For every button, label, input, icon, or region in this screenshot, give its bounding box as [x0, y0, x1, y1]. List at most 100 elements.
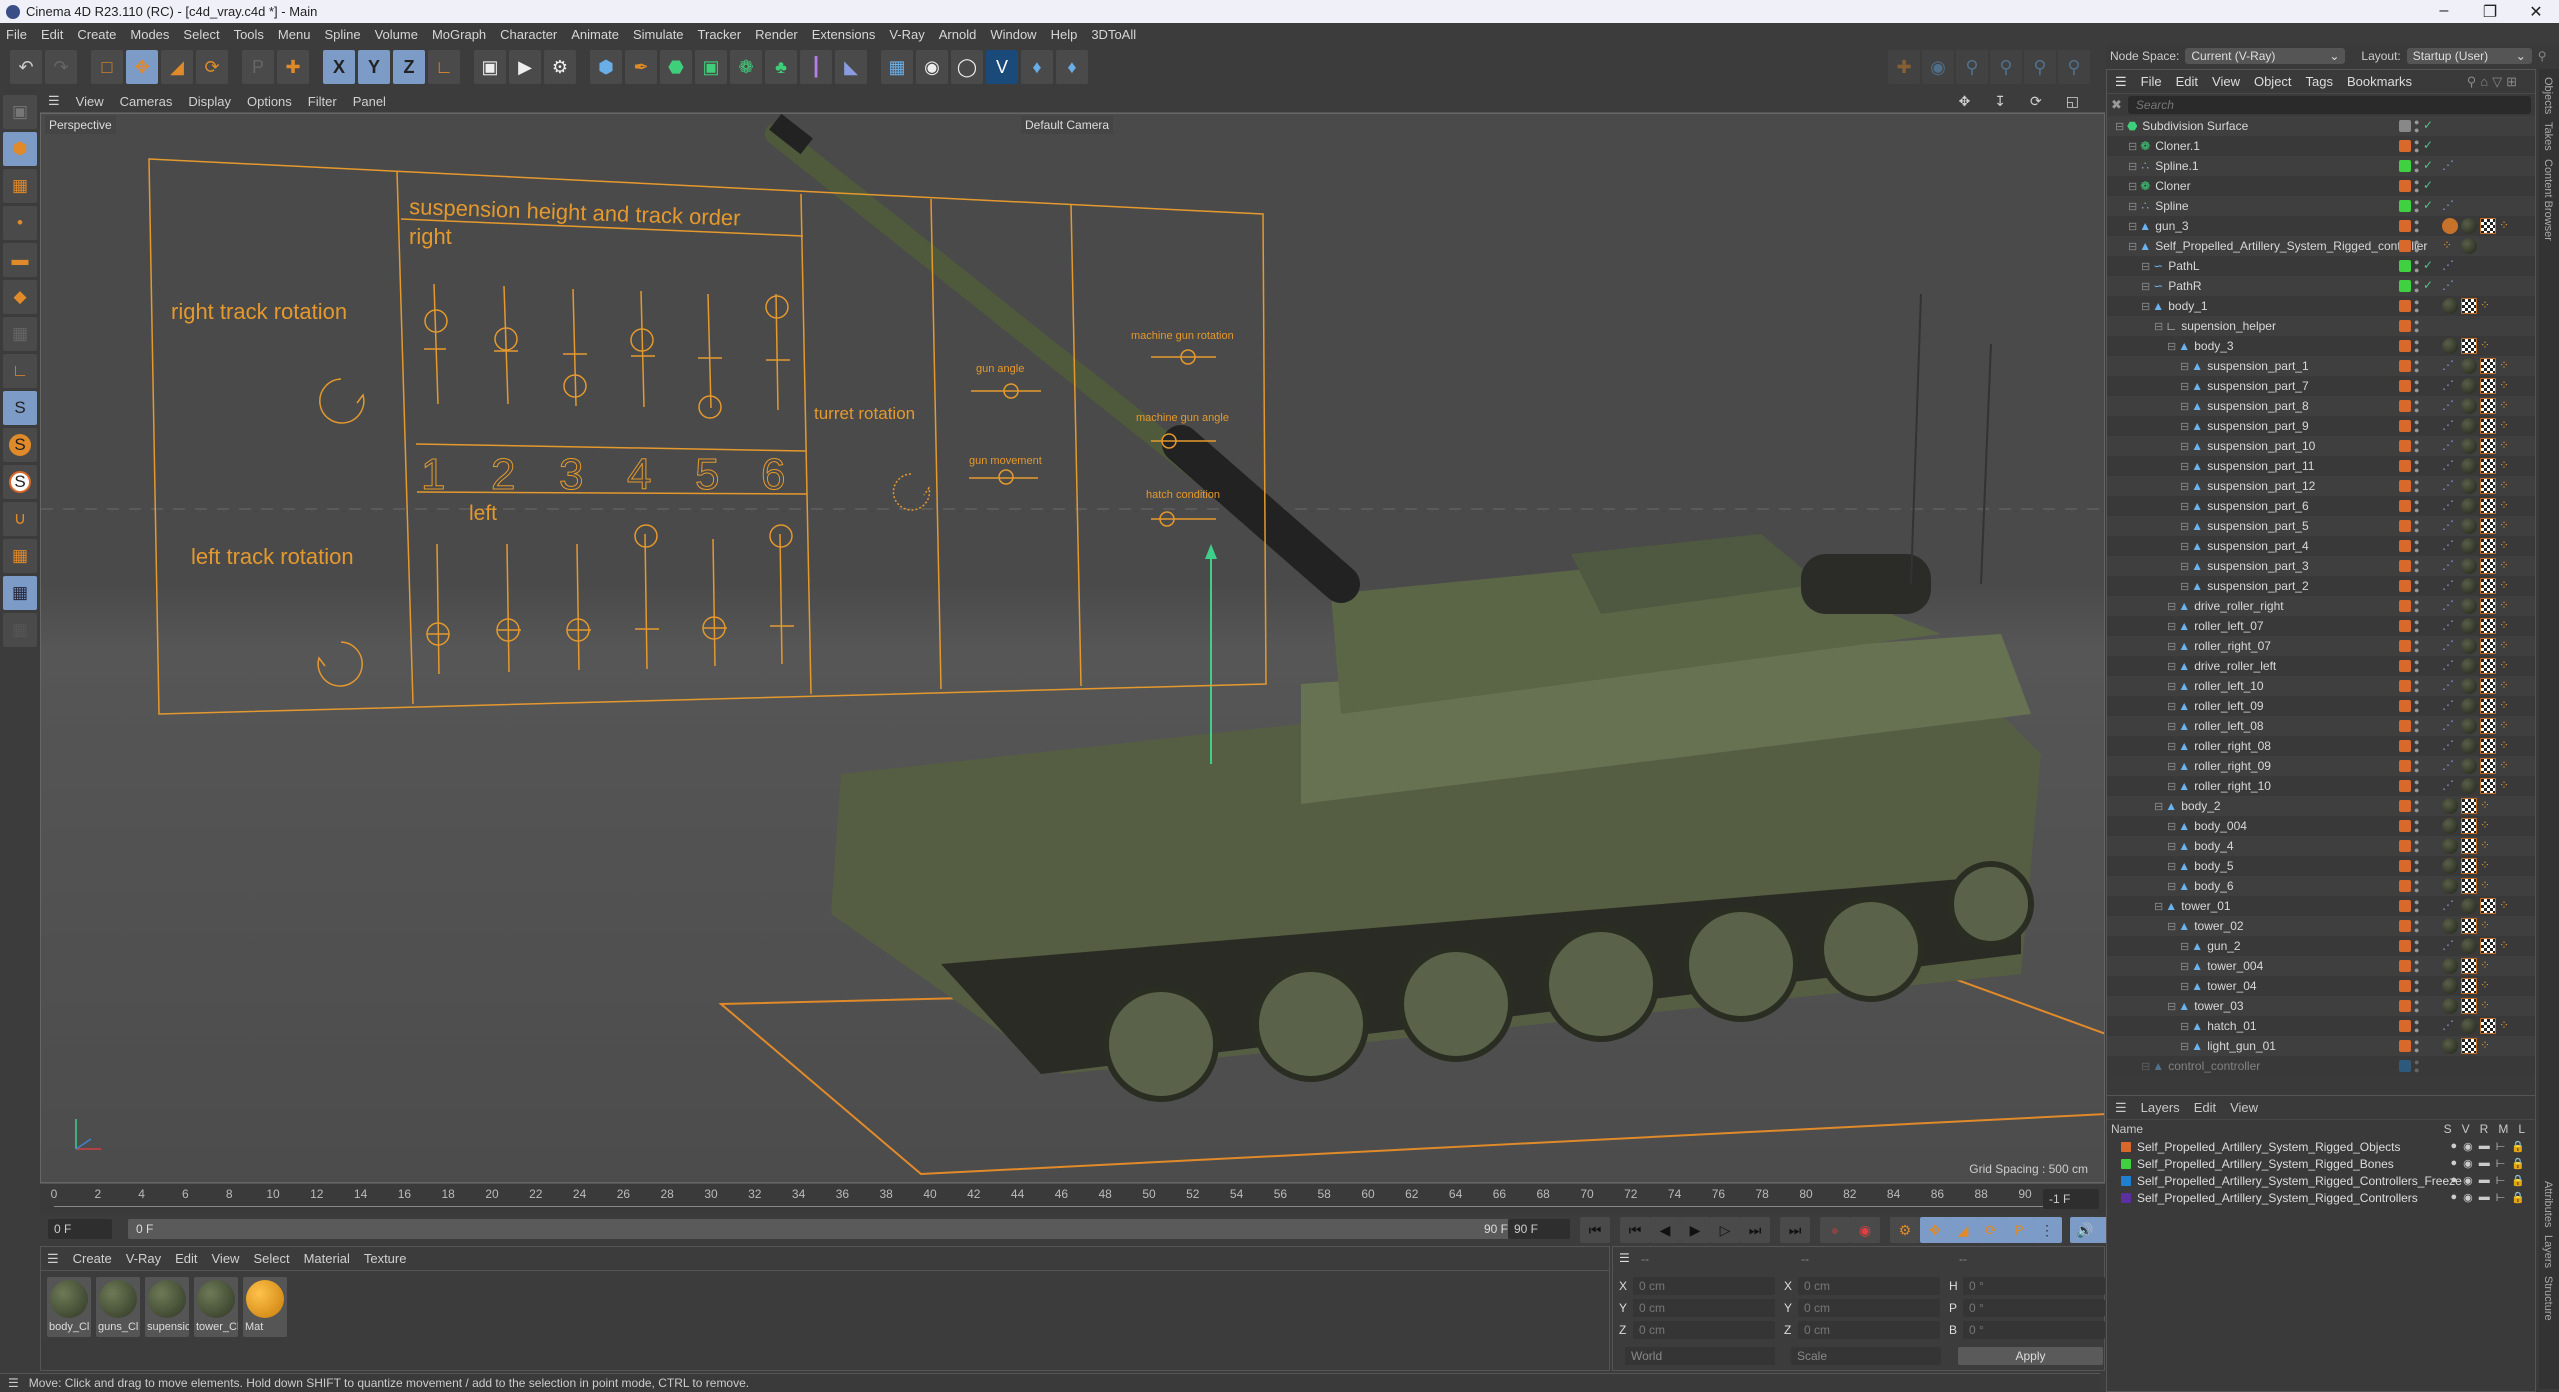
object-row[interactable]: ⊟ ▲ hatch_01 ● ● ⋰ ⁘	[2107, 1016, 2535, 1036]
expand-toggle-icon[interactable]: ⊟	[2167, 340, 2176, 353]
visibility-dots-icon[interactable]: ● ●	[2414, 678, 2420, 695]
expand-toggle-icon[interactable]: ⊟	[2167, 640, 2176, 653]
ik-tag-icon[interactable]: ⋰	[2442, 538, 2458, 554]
weight-tag-icon[interactable]: ⁘	[2499, 738, 2515, 754]
object-row[interactable]: ⊟ ▲ tower_02 ● ● ⁘	[2107, 916, 2535, 936]
menu-menu[interactable]: Menu	[278, 27, 311, 42]
layer-color-swatch[interactable]	[2399, 880, 2411, 892]
material-tag-icon[interactable]	[2442, 298, 2458, 314]
object-name-cell[interactable]: ⊟ ∴ Spline	[2128, 199, 2189, 213]
render-picture-viewer-button[interactable]: ▶	[509, 50, 541, 84]
rotation-b-field[interactable]: 0 °	[1963, 1321, 2105, 1339]
visible-eye-icon[interactable]: ◉	[2463, 1140, 2473, 1153]
rotation-h-field[interactable]: 0 °	[1963, 1277, 2105, 1295]
object-row[interactable]: ⊟ ▲ control_controller ● ●	[2107, 1056, 2535, 1076]
material-tag-icon[interactable]	[2442, 1038, 2458, 1054]
layer-color-swatch[interactable]	[2399, 720, 2411, 732]
uvw-tag-icon[interactable]	[2480, 478, 2496, 494]
solo-off-button[interactable]: S	[3, 391, 37, 425]
expand-toggle-icon[interactable]: ⊟	[2180, 560, 2189, 573]
ik-tag-icon[interactable]: ⋰	[2442, 478, 2458, 494]
ik-tag-icon[interactable]: ⋰	[2442, 438, 2458, 454]
object-row[interactable]: ⊟ ▲ suspension_part_6 ● ● ⋰ ⁘	[2107, 496, 2535, 516]
visibility-dots-icon[interactable]: ● ●	[2414, 718, 2420, 735]
material-tag-icon[interactable]	[2461, 598, 2477, 614]
visibility-dots-icon[interactable]: ● ●	[2414, 898, 2420, 915]
enabled-check-icon[interactable]: ✓	[2423, 178, 2433, 192]
coordinate-system-button[interactable]: ∟	[428, 50, 460, 84]
weight-tag-icon[interactable]: ⁘	[2499, 498, 2515, 514]
visibility-dots-icon[interactable]: ● ●	[2414, 738, 2420, 755]
weight-tag-icon[interactable]: ⁘	[2499, 458, 2515, 474]
object-name-cell[interactable]: ⊟ ▲ hatch_01	[2180, 1019, 2257, 1033]
autokey-button[interactable]: ◉	[1850, 1217, 1880, 1243]
texture-mode-button[interactable]: ▦	[3, 169, 37, 203]
object-row[interactable]: ⊟ ▲ suspension_part_1 ● ● ⋰ ⁘	[2107, 356, 2535, 376]
uvw-tag-icon[interactable]	[2461, 958, 2477, 974]
rotation-p-field[interactable]: 0 °	[1963, 1299, 2105, 1317]
object-row[interactable]: ⊟ ❁ Cloner ● ● ✓	[2107, 176, 2535, 196]
layer-color-swatch[interactable]	[2399, 660, 2411, 672]
layer-color-swatch[interactable]	[2399, 500, 2411, 512]
visibility-dots-icon[interactable]: ● ●	[2414, 578, 2420, 595]
material-tag-icon[interactable]	[2461, 418, 2477, 434]
lock-icon[interactable]: 🔒	[2511, 1140, 2525, 1153]
layer-color-swatch[interactable]	[2399, 1000, 2411, 1012]
uvw-tag-icon[interactable]	[2461, 818, 2477, 834]
visibility-dots-icon[interactable]: ● ●	[2414, 138, 2420, 155]
object-row[interactable]: ⊟ ▲ light_gun_01 ● ● ⁘	[2107, 1036, 2535, 1056]
object-row[interactable]: ⊟ ▲ roller_right_07 ● ● ⋰ ⁘	[2107, 636, 2535, 656]
mat-menu-vray[interactable]: V-Ray	[126, 1251, 161, 1266]
mat-menu-edit[interactable]: Edit	[175, 1251, 197, 1266]
uvw-tag-icon[interactable]	[2480, 658, 2496, 674]
object-name-cell[interactable]: ⊟ ∴ Spline.1	[2128, 159, 2199, 173]
locked-workplane-button[interactable]: ▦	[3, 576, 37, 610]
material-tag-icon[interactable]	[2442, 998, 2458, 1014]
object-row[interactable]: ⊟ ▲ tower_04 ● ● ⁘	[2107, 976, 2535, 996]
expand-toggle-icon[interactable]: ⊟	[2128, 200, 2137, 213]
vertex-map-tag-icon[interactable]	[2442, 218, 2458, 234]
pen-button[interactable]: ✒	[625, 50, 657, 84]
visibility-dots-icon[interactable]: ● ●	[2414, 818, 2420, 835]
object-row[interactable]: ⊟ ▲ body_4 ● ● ⁘	[2107, 836, 2535, 856]
layers-menu-edit[interactable]: Edit	[2194, 1100, 2216, 1115]
expand-toggle-icon[interactable]: ⊟	[2180, 1020, 2189, 1033]
visibility-dots-icon[interactable]: ● ●	[2414, 358, 2420, 375]
layer-color-swatch[interactable]	[2399, 380, 2411, 392]
uvw-tag-icon[interactable]	[2480, 398, 2496, 414]
object-name-cell[interactable]: ⊟ ▲ roller_right_08	[2167, 739, 2271, 753]
solo-hierarchy-button[interactable]: S	[3, 465, 37, 499]
menu-extensions[interactable]: Extensions	[812, 27, 876, 42]
python-button-2[interactable]: ♦	[1056, 50, 1088, 84]
object-name-cell[interactable]: ⊟ ▲ drive_roller_left	[2167, 659, 2276, 673]
visibility-dots-icon[interactable]: ● ●	[2414, 618, 2420, 635]
weight-tag-icon[interactable]: ⁘	[2480, 918, 2496, 934]
uvw-tag-icon[interactable]	[2461, 838, 2477, 854]
ik-tag-icon[interactable]: ⋰	[2442, 898, 2458, 914]
expand-toggle-icon[interactable]: ⊟	[2167, 820, 2176, 833]
visibility-dots-icon[interactable]: ● ●	[2414, 518, 2420, 535]
object-row[interactable]: ⊟ ▲ suspension_part_3 ● ● ⋰ ⁘	[2107, 556, 2535, 576]
material-tag-icon[interactable]	[2461, 738, 2477, 754]
uv-mode-button[interactable]: ▦	[3, 317, 37, 351]
material-tag-icon[interactable]	[2442, 918, 2458, 934]
expand-toggle-icon[interactable]: ⊟	[2167, 880, 2176, 893]
visibility-dots-icon[interactable]: ● ●	[2414, 938, 2420, 955]
object-row[interactable]: ⊟ ❁ Cloner.1 ● ● ✓	[2107, 136, 2535, 156]
enabled-check-icon[interactable]: ✓	[2423, 118, 2433, 132]
layer-color-swatch[interactable]	[2399, 700, 2411, 712]
mat-menu-texture[interactable]: Texture	[364, 1251, 407, 1266]
layer-color-swatch[interactable]	[2399, 440, 2411, 452]
obj-menu-tags[interactable]: Tags	[2306, 74, 2333, 89]
material-tag-icon[interactable]	[2461, 618, 2477, 634]
uvw-tag-icon[interactable]	[2461, 298, 2477, 314]
visibility-dots-icon[interactable]: ● ●	[2414, 658, 2420, 675]
menu-help[interactable]: Help	[1051, 27, 1078, 42]
object-name-cell[interactable]: ⊟ ▲ tower_04	[2180, 979, 2257, 993]
layer-color-swatch[interactable]	[2399, 680, 2411, 692]
weight-tag-icon[interactable]: ⁘	[2499, 658, 2515, 674]
expand-toggle-icon[interactable]: ⊟	[2154, 320, 2163, 333]
layer-color-swatch[interactable]	[2399, 480, 2411, 492]
side-tab-objects[interactable]: Objects	[2542, 77, 2554, 114]
mat-menu-create[interactable]: Create	[73, 1251, 112, 1266]
